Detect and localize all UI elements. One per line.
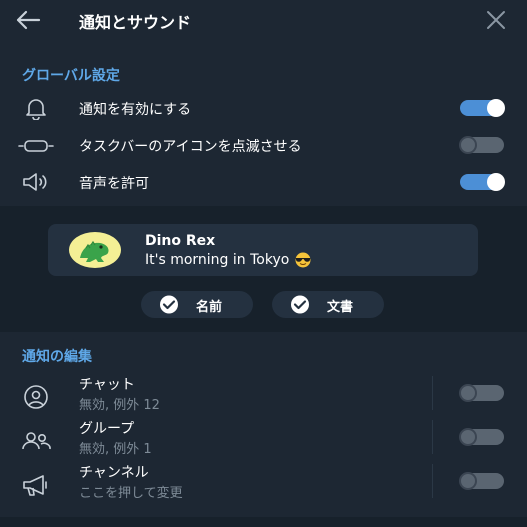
message-text: It's morning in Tokyo bbox=[145, 252, 313, 268]
divider bbox=[432, 420, 433, 454]
row-title: チャット bbox=[79, 377, 135, 393]
chats-toggle[interactable] bbox=[459, 384, 504, 402]
speaker-icon bbox=[16, 170, 56, 194]
message-body: It's morning in Tokyo bbox=[145, 252, 290, 268]
close-icon bbox=[487, 11, 505, 29]
taskbar-icon bbox=[16, 133, 56, 157]
megaphone-icon bbox=[18, 472, 54, 498]
chip-document[interactable]: 文書 bbox=[272, 291, 384, 318]
toggle-knob bbox=[487, 173, 505, 191]
sender-name: Dino Rex bbox=[145, 233, 216, 249]
avatar bbox=[68, 232, 122, 268]
groups-toggle[interactable] bbox=[459, 428, 504, 446]
row-chats[interactable]: チャット 無効, 例外 12 bbox=[0, 374, 527, 418]
toggle-knob bbox=[459, 428, 477, 446]
user-circle-icon bbox=[18, 384, 54, 410]
row-label: 通知を有効にする bbox=[79, 102, 192, 118]
sunglasses-emoji-icon bbox=[293, 252, 313, 268]
back-button[interactable] bbox=[14, 8, 42, 32]
row-title: チャンネル bbox=[79, 465, 149, 481]
toggle-knob bbox=[459, 136, 477, 154]
chip-name[interactable]: 名前 bbox=[141, 291, 253, 318]
page-title: 通知とサウンド bbox=[79, 13, 192, 32]
notifications-toggle[interactable] bbox=[460, 99, 505, 117]
row-title: グループ bbox=[79, 421, 135, 437]
divider bbox=[432, 464, 433, 498]
row-groups[interactable]: グループ 無効, 例外 1 bbox=[0, 418, 527, 462]
channels-toggle[interactable] bbox=[459, 472, 504, 490]
chip-label: 文書 bbox=[327, 300, 354, 315]
row-flash-taskbar[interactable]: タスクバーのアイコンを点滅させる bbox=[0, 127, 527, 163]
check-icon bbox=[287, 295, 313, 314]
preview-bubble: Dino Rex It's morning in Tokyo bbox=[48, 224, 478, 276]
row-subtitle: 無効, 例外 1 bbox=[79, 442, 152, 457]
close-button[interactable] bbox=[484, 9, 508, 31]
toggle-knob bbox=[459, 472, 477, 490]
header-bar: 通知とサウンド bbox=[0, 0, 527, 40]
global-settings-title: グローバル設定 bbox=[22, 68, 120, 84]
row-label: 音声を許可 bbox=[79, 176, 149, 192]
bell-icon bbox=[16, 96, 56, 121]
row-enable-notifications[interactable]: 通知を有効にする bbox=[0, 90, 527, 126]
divider bbox=[432, 376, 433, 410]
row-subtitle: ここを押して変更 bbox=[79, 486, 183, 501]
group-icon bbox=[18, 428, 54, 454]
edit-notifications-title: 通知の編集 bbox=[22, 349, 92, 365]
row-allow-sound[interactable]: 音声を許可 bbox=[0, 164, 527, 200]
bottom-bar bbox=[0, 517, 527, 527]
row-label: タスクバーのアイコンを点滅させる bbox=[79, 139, 302, 155]
arrow-left-icon bbox=[16, 10, 41, 30]
toggle-knob bbox=[459, 384, 477, 402]
toggle-knob bbox=[487, 99, 505, 117]
row-subtitle: 無効, 例外 12 bbox=[79, 398, 160, 413]
check-icon bbox=[156, 295, 182, 314]
sound-toggle[interactable] bbox=[460, 173, 505, 191]
row-channels[interactable]: チャンネル ここを押して変更 bbox=[0, 462, 527, 506]
notification-preview: Dino Rex It's morning in Tokyo 名前 文書 bbox=[0, 206, 527, 332]
flash-taskbar-toggle[interactable] bbox=[459, 136, 504, 154]
chip-label: 名前 bbox=[196, 300, 223, 315]
